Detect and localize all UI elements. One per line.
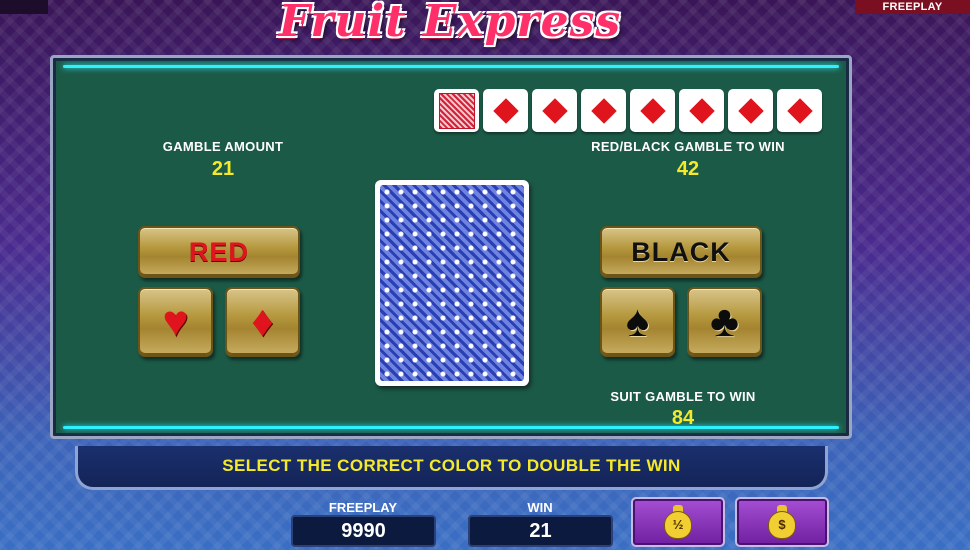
- face-down-card: [375, 180, 529, 386]
- win-label: WIN: [527, 500, 553, 515]
- top-glow-line: [63, 65, 839, 68]
- red-black-win-value: 42: [676, 158, 700, 180]
- collect-button[interactable]: $: [735, 497, 829, 547]
- history-card-diamond: [483, 89, 528, 132]
- suit-win-value: 84: [671, 407, 695, 429]
- history-card-diamond: [581, 89, 626, 132]
- gamble-amount-value: 21: [211, 158, 235, 180]
- red-black-win-label: RED/BLACK GAMBLE TO WIN: [591, 139, 785, 154]
- suit-win-label: SUIT GAMBLE TO WIN: [610, 389, 756, 404]
- card-history: [434, 89, 822, 132]
- freeplay-balance: 9990: [291, 515, 436, 547]
- diamond-icon: [541, 97, 568, 124]
- half-collect-button[interactable]: ½: [631, 497, 725, 547]
- diamond-icon: [737, 97, 764, 124]
- history-card-diamond: [532, 89, 577, 132]
- diamond-icon: [639, 97, 666, 124]
- spades-button[interactable]: ♠: [600, 287, 675, 357]
- top-left-corner: [0, 0, 48, 14]
- bottom-glow-line: [63, 426, 839, 429]
- freeplay-label: FREEPLAY: [328, 500, 398, 515]
- clubs-button[interactable]: ♣: [687, 287, 762, 357]
- diamonds-button[interactable]: ♦: [225, 287, 300, 357]
- spade-icon: ♠: [625, 297, 650, 346]
- money-bag-dollar-icon: $: [768, 505, 796, 539]
- red-button[interactable]: RED: [138, 226, 300, 278]
- diamond-icon: [492, 97, 519, 124]
- history-card-back: [434, 89, 479, 132]
- history-card-diamond: [728, 89, 773, 132]
- diamond-icon: [786, 97, 813, 124]
- diamond-icon: [688, 97, 715, 124]
- heart-icon: ♥: [162, 297, 189, 346]
- win-value: 21: [468, 515, 613, 547]
- history-card-diamond: [630, 89, 675, 132]
- history-card-diamond: [777, 89, 822, 132]
- gamble-amount-label: GAMBLE AMOUNT: [162, 139, 284, 154]
- club-icon: ♣: [710, 297, 739, 346]
- red-button-label: RED: [188, 236, 249, 267]
- black-button[interactable]: BLACK: [600, 226, 762, 278]
- freeplay-tag: FREEPLAY: [855, 0, 970, 14]
- diamond-icon: [590, 97, 617, 124]
- game-logo: Fruit Express: [278, 0, 622, 47]
- money-bag-half-icon: ½: [664, 505, 692, 539]
- gamble-table: GAMBLE AMOUNT 21 RED/BLACK GAMBLE TO WIN…: [50, 55, 852, 439]
- hearts-button[interactable]: ♥: [138, 287, 213, 357]
- history-card-diamond: [679, 89, 724, 132]
- black-button-label: BLACK: [631, 236, 731, 267]
- diamond-icon: ♦: [251, 297, 274, 346]
- instruction-message: SELECT THE CORRECT COLOR TO DOUBLE THE W…: [75, 446, 828, 490]
